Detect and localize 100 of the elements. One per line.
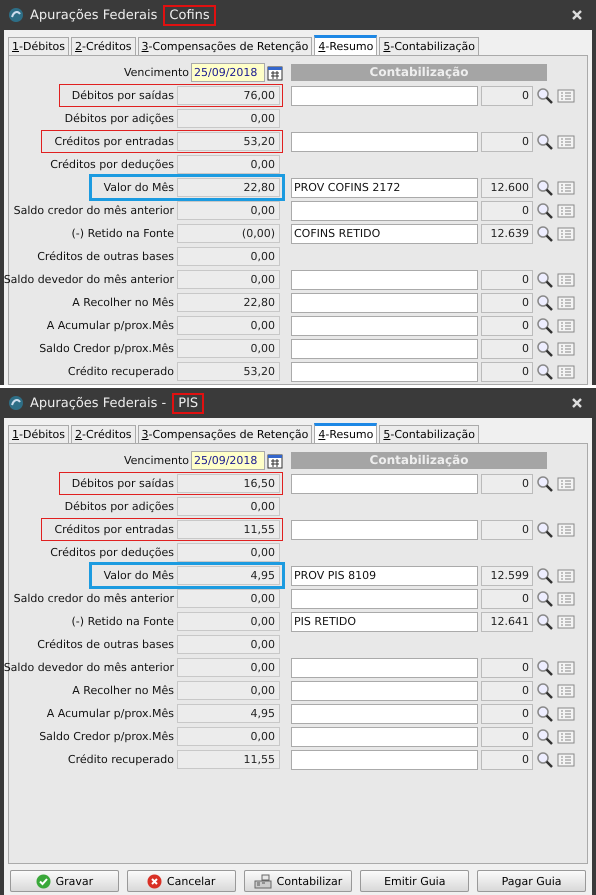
code-field[interactable]: 0 <box>481 726 533 746</box>
code-field[interactable]: 0 <box>481 338 533 358</box>
tab[interactable]: 4-Resumo <box>314 423 378 443</box>
search-icon[interactable] <box>536 590 554 608</box>
field-label: Saldo devedor do mês anterior <box>4 273 174 286</box>
code-field[interactable]: 0 <box>481 750 533 770</box>
search-icon[interactable] <box>536 682 554 700</box>
code-field[interactable]: 0 <box>481 704 533 724</box>
field-label: Saldo Credor p/prox.Mês <box>39 342 174 355</box>
account-field[interactable]: PROV PIS 8109 <box>291 566 478 586</box>
search-icon[interactable] <box>536 178 554 196</box>
tab[interactable]: 2-Créditos <box>71 425 136 443</box>
account-field[interactable] <box>291 200 478 220</box>
search-icon[interactable] <box>536 224 554 242</box>
search-icon[interactable] <box>536 202 554 220</box>
code-field[interactable]: 0 <box>481 588 533 608</box>
code-field[interactable]: 0 <box>481 270 533 290</box>
account-field[interactable] <box>291 750 478 770</box>
tab[interactable]: 3-Compensações de Retenção <box>138 37 312 55</box>
field-label: Créditos por entradas <box>54 523 174 536</box>
account-field[interactable] <box>291 316 478 336</box>
code-field[interactable]: 0 <box>481 680 533 700</box>
account-field[interactable] <box>291 362 478 382</box>
code-field[interactable]: 12.600 <box>481 178 533 198</box>
code-field[interactable]: 0 <box>481 520 533 540</box>
search-icon[interactable] <box>536 566 554 584</box>
field-label: Saldo credor do mês anterior <box>14 204 174 217</box>
search-icon[interactable] <box>536 340 554 358</box>
code-field[interactable]: 0 <box>481 86 533 106</box>
search-icon[interactable] <box>536 362 554 380</box>
tab[interactable]: 4-Resumo <box>314 35 378 55</box>
search-icon[interactable] <box>536 750 554 768</box>
code-field[interactable]: 12.599 <box>481 566 533 586</box>
search-icon[interactable] <box>536 294 554 312</box>
account-field[interactable]: COFINS RETIDO <box>291 224 478 244</box>
code-field[interactable]: 0 <box>481 362 533 382</box>
search-icon[interactable] <box>536 520 554 538</box>
tab[interactable]: 1-Débitos <box>8 37 70 55</box>
section-header: Contabilização <box>291 452 547 469</box>
search-icon[interactable] <box>536 132 554 150</box>
value-field: 53,20 <box>177 362 280 381</box>
search-icon[interactable] <box>536 474 554 492</box>
account-field[interactable]: PROV COFINS 2172 <box>291 178 478 198</box>
date-field[interactable]: 25/09/2018 <box>191 63 265 82</box>
field-label: Valor do Mês <box>104 181 174 194</box>
account-field[interactable] <box>291 292 478 312</box>
code-field[interactable]: 0 <box>481 474 533 494</box>
code-field[interactable]: 12.641 <box>481 612 533 632</box>
search-icon[interactable] <box>536 270 554 288</box>
code-field[interactable]: 0 <box>481 292 533 312</box>
account-field[interactable] <box>291 658 478 678</box>
calendar-icon[interactable] <box>267 64 283 80</box>
account-field[interactable] <box>291 86 478 106</box>
action-button[interactable]: Contabilizar <box>244 870 352 892</box>
code-field[interactable]: 0 <box>481 200 533 220</box>
date-field[interactable]: 25/09/2018 <box>191 451 265 470</box>
search-icon[interactable] <box>536 704 554 722</box>
value-field: 11,55 <box>177 750 280 769</box>
search-icon[interactable] <box>536 316 554 334</box>
search-icon[interactable] <box>536 728 554 746</box>
action-button[interactable]: Cancelar <box>126 870 236 892</box>
app-logo-icon <box>8 395 24 411</box>
value-field: 0,00 <box>177 543 280 562</box>
app-logo-icon <box>8 7 24 23</box>
close-icon <box>146 874 162 888</box>
calendar-icon[interactable] <box>267 452 283 468</box>
tab[interactable]: 2-Créditos <box>71 37 136 55</box>
account-field[interactable] <box>291 726 478 746</box>
code-field[interactable]: 0 <box>481 132 533 152</box>
search-icon[interactable] <box>536 612 554 630</box>
account-field[interactable]: PIS RETIDO <box>291 612 478 632</box>
account-field[interactable] <box>291 704 478 724</box>
value-field: 0,00 <box>177 612 280 631</box>
code-field[interactable]: 0 <box>481 316 533 336</box>
search-icon[interactable] <box>536 658 554 676</box>
code-field[interactable]: 12.639 <box>481 224 533 244</box>
code-field[interactable]: 0 <box>481 658 533 678</box>
tab[interactable]: 5-Contabilização <box>379 37 479 55</box>
account-field[interactable] <box>291 338 478 358</box>
account-field[interactable] <box>291 474 478 494</box>
value-field: 0,00 <box>177 109 280 128</box>
tab[interactable]: 3-Compensações de Retenção <box>138 425 312 443</box>
section-header: Contabilização <box>291 64 547 81</box>
field-label: Vencimento <box>124 66 189 79</box>
search-icon[interactable] <box>536 86 554 104</box>
tax-name: PIS <box>172 392 204 414</box>
field-label: Valor do Mês <box>104 569 174 582</box>
account-field[interactable] <box>291 680 478 700</box>
account-field[interactable] <box>291 588 478 608</box>
account-field[interactable] <box>291 520 478 540</box>
close-button[interactable] <box>572 10 582 20</box>
action-button[interactable]: Emitir Guia <box>360 870 470 892</box>
close-button[interactable] <box>572 398 582 408</box>
action-button[interactable]: Gravar <box>10 870 119 892</box>
value-field: 0,00 <box>177 727 280 746</box>
action-button[interactable]: Pagar Guia <box>477 870 586 892</box>
tab[interactable]: 1-Débitos <box>8 425 70 443</box>
account-field[interactable] <box>291 270 478 290</box>
account-field[interactable] <box>291 132 478 152</box>
tab[interactable]: 5-Contabilização <box>379 425 479 443</box>
